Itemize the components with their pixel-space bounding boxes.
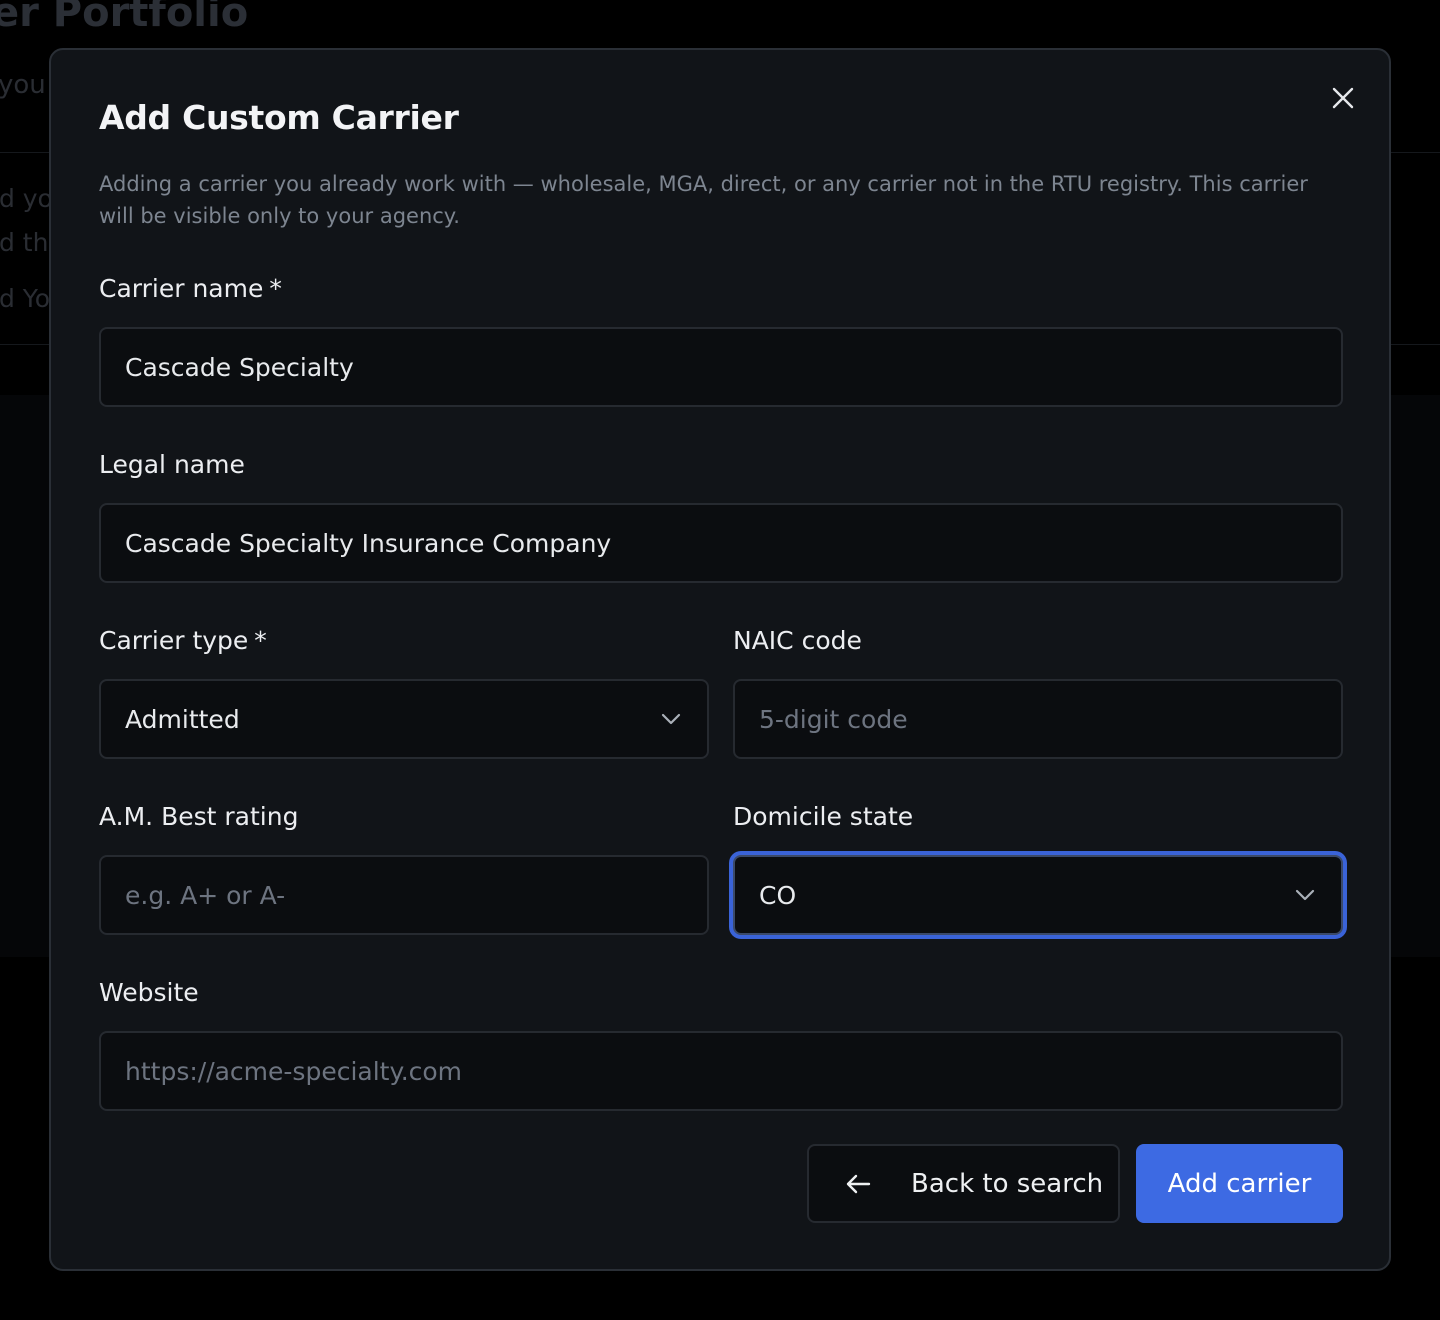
back-to-search-button[interactable]: Back to search [807, 1144, 1120, 1223]
add-custom-carrier-dialog: Add Custom Carrier Adding a carrier you … [49, 48, 1391, 1271]
legal-name-value: Cascade Specialty Insurance Company [125, 528, 612, 558]
dialog-description: Adding a carrier you already work with —… [99, 172, 1308, 228]
website-placeholder: https://acme-specialty.com [125, 1056, 463, 1086]
background-text: ld yo [0, 184, 53, 213]
naic-code-placeholder: 5-digit code [759, 704, 908, 734]
chevron-down-icon [659, 707, 683, 731]
carrier-type-value: Admitted [125, 704, 240, 734]
back-to-search-label: Back to search [911, 1168, 1104, 1199]
arrow-left-icon [845, 1169, 875, 1199]
carrier-type-label: Carrier type * [99, 626, 267, 655]
dialog-title: Add Custom Carrier [99, 98, 459, 137]
carrier-type-select[interactable]: Admitted [99, 679, 709, 759]
required-mark: * [254, 626, 267, 655]
close-icon [1332, 87, 1354, 113]
am-best-rating-placeholder: e.g. A+ or A- [125, 880, 286, 910]
carrier-type-label-text: Carrier type [99, 626, 249, 655]
background-page-subtitle: you [0, 70, 46, 100]
naic-code-input[interactable]: 5-digit code [733, 679, 1343, 759]
carrier-name-label-text: Carrier name [99, 274, 264, 303]
carrier-name-label: Carrier name * [99, 274, 282, 303]
naic-code-label: NAIC code [733, 626, 862, 655]
domicile-state-value: CO [759, 880, 797, 910]
am-best-rating-label: A.M. Best rating [99, 802, 299, 831]
website-label: Website [99, 978, 199, 1007]
legal-name-input[interactable]: Cascade Specialty Insurance Company [99, 503, 1343, 583]
am-best-rating-input[interactable]: e.g. A+ or A- [99, 855, 709, 935]
website-input[interactable]: https://acme-specialty.com [99, 1031, 1343, 1111]
domicile-state-select[interactable]: CO [733, 855, 1343, 935]
add-carrier-button[interactable]: Add carrier [1136, 1144, 1343, 1223]
close-button[interactable] [1325, 82, 1361, 118]
chevron-down-icon [1293, 883, 1317, 907]
add-carrier-label: Add carrier [1167, 1168, 1312, 1199]
background-text: ld Yo [0, 284, 51, 313]
background-page-title: er Portfolio [0, 0, 249, 36]
domicile-state-label: Domicile state [733, 802, 914, 831]
background-text: ld th [0, 228, 49, 257]
carrier-name-value: Cascade Specialty [125, 352, 354, 382]
required-mark: * [269, 274, 282, 303]
legal-name-label: Legal name [99, 450, 245, 479]
carrier-name-input[interactable]: Cascade Specialty [99, 327, 1343, 407]
